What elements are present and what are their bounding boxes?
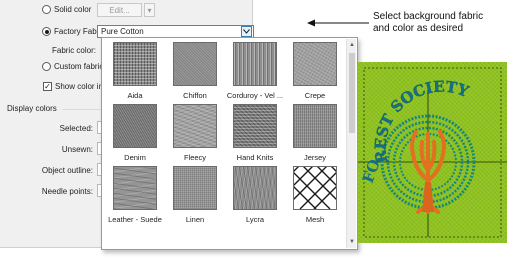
fabric-tile-denim[interactable]: Denim: [105, 103, 165, 165]
callout-arrow-icon: [307, 19, 369, 27]
custom-fabric-option[interactable]: Custom fabric:: [42, 62, 106, 71]
fabric-name: Crepe: [304, 91, 326, 100]
fabric-name: Chiffon: [183, 91, 207, 100]
fabric-color-label: Fabric color:: [51, 46, 96, 55]
fabric-swatch[interactable]: [233, 104, 277, 148]
fabric-name: Hand Knits: [236, 153, 274, 162]
fabric-swatch[interactable]: [173, 42, 217, 86]
edit-button[interactable]: Edit...: [97, 3, 142, 17]
fabric-name: Aida: [127, 91, 143, 100]
fabric-tile-crepe[interactable]: Crepe: [285, 41, 345, 103]
display-colors-heading: Display colors: [7, 104, 57, 113]
fabric-swatch[interactable]: [173, 166, 217, 210]
callout-text: Select background fabric and color as de…: [373, 11, 503, 35]
fabric-swatch[interactable]: [113, 166, 157, 210]
fabric-tile-fleecy[interactable]: Fleecy: [165, 103, 225, 165]
needle-points-label: Needle points:: [41, 187, 93, 196]
fabric-tile-jersey[interactable]: Jersey: [285, 103, 345, 165]
custom-fabric-label: Custom fabric:: [54, 62, 106, 71]
object-outline-label: Object outline:: [41, 166, 93, 175]
embroidery-preview: REST SOCIETY FO: [358, 62, 507, 243]
callout-line-2: and color as desired: [373, 23, 464, 34]
fabric-name: Jersey: [303, 153, 327, 162]
scroll-up-icon[interactable]: ▲: [347, 40, 357, 50]
fabric-swatch[interactable]: [293, 42, 337, 86]
fabric-tile-mesh[interactable]: Mesh: [283, 156, 347, 227]
mesh-pattern-icon: [283, 156, 347, 210]
factory-fabric-value: Pure Cotton: [101, 27, 144, 36]
factory-fabric-radio[interactable]: [42, 27, 51, 36]
fabric-name: Corduroy - Vel ...: [226, 91, 284, 100]
fabric-tile-aida[interactable]: Aida: [105, 41, 165, 103]
popup-scrollbar[interactable]: ▲ ▼: [346, 39, 356, 248]
fabric-swatch[interactable]: [233, 42, 277, 86]
fabric-grid: Aida Chiffon Corduroy - Vel ... Crepe De…: [105, 41, 347, 227]
show-color-checkbox[interactable]: ✓: [43, 82, 52, 91]
fabric-tile-lycra[interactable]: Lycra: [225, 165, 285, 227]
fabric-swatch[interactable]: [173, 104, 217, 148]
fabric-tile-chiffon[interactable]: Chiffon: [165, 41, 225, 103]
fabric-tile-leather-suede[interactable]: Leather - Suede: [105, 165, 165, 227]
fabric-swatch[interactable]: [113, 104, 157, 148]
scroll-thumb[interactable]: [349, 53, 355, 133]
fabric-tile-linen[interactable]: Linen: [165, 165, 225, 227]
embroidery-design: REST SOCIETY FO: [358, 67, 507, 238]
callout-line-1: Select background fabric: [373, 11, 484, 22]
fabric-picker-popup: Aida Chiffon Corduroy - Vel ... Crepe De…: [101, 37, 358, 250]
fabric-name: Linen: [185, 215, 205, 224]
fabric-swatch[interactable]: [293, 104, 337, 148]
tree-trunk: [422, 182, 434, 212]
unsewn-label: Unsewn:: [61, 145, 93, 154]
fabric-name: Leather - Suede: [108, 215, 162, 224]
fabric-swatch[interactable]: [113, 42, 157, 86]
selected-label: Selected:: [59, 124, 93, 133]
solid-color-label: Solid color: [54, 5, 92, 14]
solid-color-option[interactable]: Solid color: [42, 5, 91, 14]
fabric-name: Fleecy: [183, 153, 207, 162]
fabric-name: Denim: [124, 153, 146, 162]
fabric-name: Mesh: [305, 215, 325, 224]
fabric-tile-hand-knits[interactable]: Hand Knits: [225, 103, 285, 165]
chevron-down-icon[interactable]: [241, 26, 252, 37]
fabric-name: Lycra: [245, 215, 265, 224]
edit-dropdown-button[interactable]: ▾: [144, 3, 155, 17]
custom-fabric-radio[interactable]: [42, 62, 51, 71]
scroll-down-icon[interactable]: ▼: [347, 237, 357, 247]
fabric-swatch[interactable]: [283, 156, 347, 210]
fabric-tile-corduroy[interactable]: Corduroy - Vel ...: [225, 41, 285, 103]
solid-color-radio[interactable]: [42, 5, 51, 14]
fabric-swatch[interactable]: [233, 166, 277, 210]
